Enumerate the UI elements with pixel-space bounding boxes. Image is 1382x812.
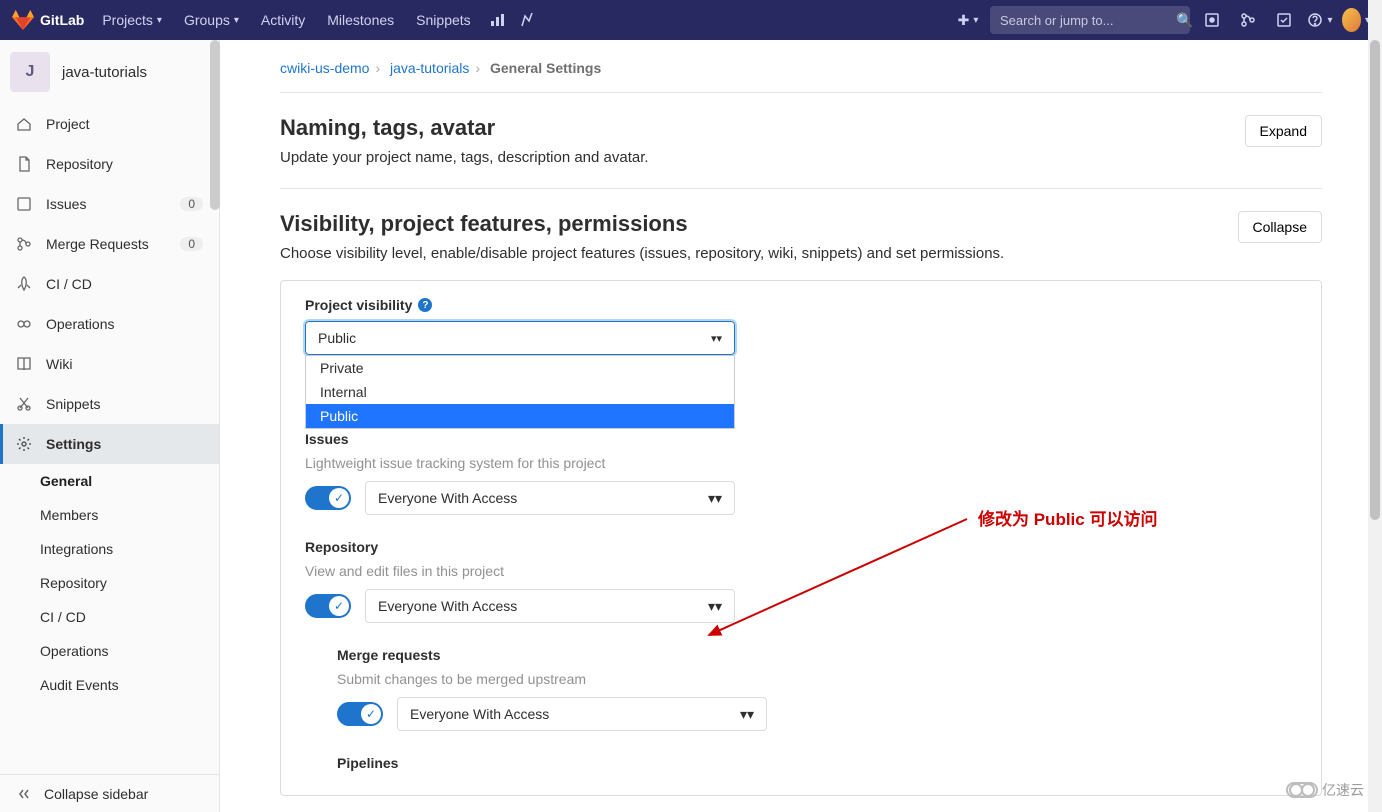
sidebar: J java-tutorials Project Repository Issu… [0, 40, 220, 812]
top-navbar: GitLab Projects▾ Groups▾ Activity Milest… [0, 0, 1382, 40]
repository-toggle[interactable]: ✓ [305, 594, 351, 618]
help-icon[interactable]: ? [418, 298, 432, 312]
visibility-dropdown: Private Internal Public [305, 355, 735, 429]
option-internal[interactable]: Internal [306, 380, 734, 404]
issues-shortcut-icon[interactable] [1198, 6, 1226, 34]
nav-milestones[interactable]: Milestones [317, 0, 404, 40]
sidebar-item-repository[interactable]: Repository [0, 144, 219, 184]
breadcrumb: cwiki-us-demo› java-tutorials› General S… [280, 60, 1322, 92]
admin-icon[interactable] [513, 6, 541, 34]
sidebar-item-settings[interactable]: Settings [0, 424, 219, 464]
option-public[interactable]: Public [306, 404, 734, 428]
visibility-select[interactable]: Public ▾▾ Private Internal Public [305, 321, 735, 355]
book-icon [16, 356, 32, 372]
crumb-project[interactable]: java-tutorials [390, 60, 469, 76]
section-visibility: Visibility, project features, permission… [280, 188, 1322, 812]
sidebar-sub-operations[interactable]: Operations [0, 634, 219, 668]
chevron-left-icon [16, 786, 32, 802]
sidebar-item-issues[interactable]: Issues0 [0, 184, 219, 224]
merge-toggle[interactable]: ✓ [337, 702, 383, 726]
help-icon[interactable]: ▾ [1306, 6, 1334, 34]
avatar [1342, 8, 1361, 32]
section-title: Naming, tags, avatar [280, 115, 1245, 141]
rocket-icon [16, 276, 32, 292]
visibility-label: Project visibility ? [305, 297, 1297, 313]
collapse-button[interactable]: Collapse [1238, 211, 1322, 243]
chevron-down-icon: ▾▾ [740, 706, 754, 723]
home-icon [16, 116, 32, 132]
nav-activity[interactable]: Activity [251, 0, 315, 40]
charts-icon[interactable] [483, 6, 511, 34]
project-avatar: J [10, 52, 50, 92]
sidebar-item-snippets[interactable]: Snippets [0, 384, 219, 424]
ops-icon [16, 316, 32, 332]
sidebar-item-operations[interactable]: Operations [0, 304, 219, 344]
search-icon[interactable]: 🔍 [1176, 12, 1193, 29]
nav-snippets[interactable]: Snippets [406, 0, 480, 40]
section-title: Visibility, project features, permission… [280, 211, 1238, 237]
merge-access-select[interactable]: Everyone With Access▾▾ [397, 697, 767, 731]
snippet-icon [16, 396, 32, 412]
chevron-down-icon: ▾▾ [708, 490, 722, 507]
repository-access-select[interactable]: Everyone With Access▾▾ [365, 589, 735, 623]
collapse-sidebar[interactable]: Collapse sidebar [0, 774, 219, 812]
issues-access-select[interactable]: Everyone With Access▾▾ [365, 481, 735, 515]
check-icon: ✓ [361, 704, 381, 724]
sidebar-sub-audit[interactable]: Audit Events [0, 668, 219, 702]
sidebar-item-merge[interactable]: Merge Requests0 [0, 224, 219, 264]
section-naming: Naming, tags, avatar Update your project… [280, 92, 1322, 188]
chevron-down-icon: ▾ [234, 15, 239, 26]
check-icon: ✓ [329, 488, 349, 508]
chevron-down-icon: ▾▾ [708, 598, 722, 615]
merge-shortcut-icon[interactable] [1234, 6, 1262, 34]
chevron-down-icon: ▾ [157, 15, 162, 26]
main-content: cwiki-us-demo› java-tutorials› General S… [220, 40, 1382, 812]
gitlab-icon [12, 10, 34, 30]
search-input[interactable] [1000, 13, 1176, 28]
check-icon: ✓ [329, 596, 349, 616]
sidebar-item-project[interactable]: Project [0, 104, 219, 144]
sidebar-sub-members[interactable]: Members [0, 498, 219, 532]
option-private[interactable]: Private [306, 356, 734, 380]
issues-toggle[interactable]: ✓ [305, 486, 351, 510]
project-header[interactable]: J java-tutorials [0, 40, 219, 104]
merge-badge: 0 [180, 237, 203, 251]
sidebar-item-wiki[interactable]: Wiki [0, 344, 219, 384]
section-desc: Choose visibility level, enable/disable … [280, 245, 1238, 262]
search-box[interactable]: 🔍 [990, 6, 1190, 34]
chevron-down-icon: ▾▾ [711, 332, 722, 345]
plus-button[interactable]: ✚▾ [954, 6, 982, 34]
main-scrollbar-thumb[interactable] [1370, 40, 1380, 520]
merge-icon [16, 236, 32, 252]
sidebar-item-cicd[interactable]: CI / CD [0, 264, 219, 304]
file-icon [16, 156, 32, 172]
sidebar-sub-general[interactable]: General [0, 464, 219, 498]
user-menu[interactable]: ▾ [1342, 6, 1370, 34]
issues-icon [16, 196, 32, 212]
sidebar-sub-integrations[interactable]: Integrations [0, 532, 219, 566]
watermark: 亿速云 [1286, 780, 1364, 800]
expand-button[interactable]: Expand [1245, 115, 1322, 147]
annotation-text: 修改为 Public 可以访问 [978, 505, 1157, 530]
gear-icon [16, 436, 32, 452]
project-name: java-tutorials [62, 64, 147, 81]
sidebar-sub-cicd[interactable]: CI / CD [0, 600, 219, 634]
todos-icon[interactable] [1270, 6, 1298, 34]
topnav-menu: Projects▾ Groups▾ Activity Milestones Sn… [92, 0, 540, 40]
feature-merge: Merge requests Submit changes to be merg… [337, 623, 1297, 731]
visibility-panel: 修改为 Public 可以访问 Project visibility ? Pub… [280, 280, 1322, 796]
nav-projects[interactable]: Projects▾ [92, 0, 172, 40]
section-desc: Update your project name, tags, descript… [280, 149, 1245, 166]
gitlab-logo[interactable]: GitLab [12, 10, 84, 30]
feature-pipelines: Pipelines [337, 731, 1297, 771]
feature-repository: Repository View and edit files in this p… [305, 515, 1297, 623]
brand-text: GitLab [40, 12, 84, 28]
crumb-page: General Settings [490, 60, 601, 76]
nav-groups[interactable]: Groups▾ [174, 0, 249, 40]
main-scrollbar-track[interactable] [1368, 0, 1382, 812]
topnav-right: ✚▾ 🔍 ▾ ▾ [954, 6, 1370, 34]
issues-badge: 0 [180, 197, 203, 211]
crumb-group[interactable]: cwiki-us-demo [280, 60, 369, 76]
sidebar-sub-repository[interactable]: Repository [0, 566, 219, 600]
